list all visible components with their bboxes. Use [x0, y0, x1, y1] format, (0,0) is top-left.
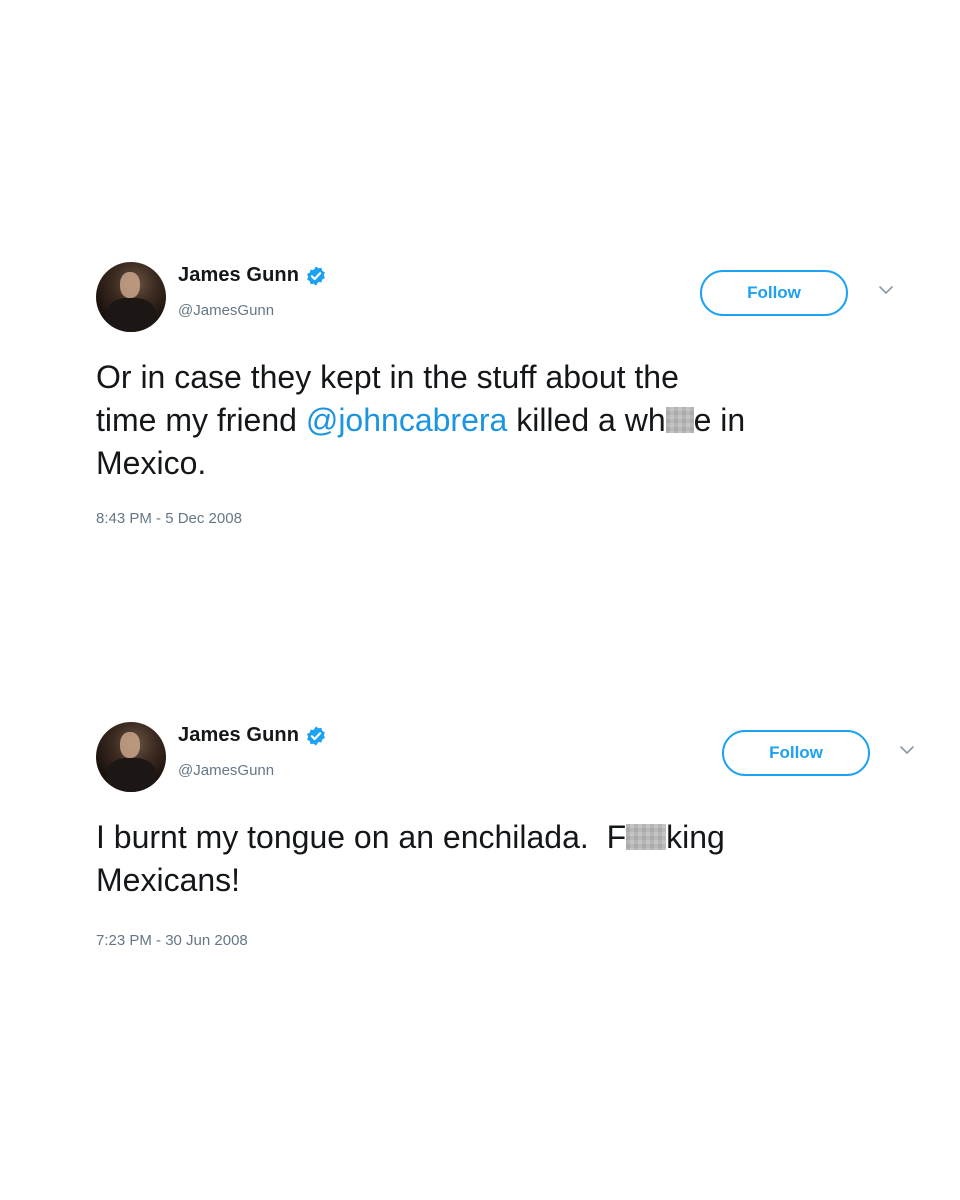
avatar[interactable]	[96, 262, 166, 332]
chevron-down-icon[interactable]	[878, 284, 894, 296]
tweet-text-line: Mexico.	[96, 445, 207, 481]
author-name-row: James Gunn	[178, 264, 327, 287]
avatar-body-shape	[106, 758, 156, 792]
follow-button[interactable]: Follow	[700, 270, 848, 316]
tweet-timestamp[interactable]: 7:23 PM - 30 Jun 2008	[96, 932, 248, 949]
censor-block	[626, 824, 667, 850]
tweet-text: Or in case they kept in the stuff about …	[96, 356, 916, 485]
tweet-text-segment: king	[666, 819, 725, 855]
tweet-text-segment: killed a wh	[507, 402, 666, 438]
tweet-text-line: Mexicans!	[96, 862, 241, 898]
mention-link[interactable]: @johncabrera	[306, 402, 507, 438]
author-handle[interactable]: @JamesGunn	[178, 302, 274, 319]
tweet-text-line: Or in case they kept in the stuff about …	[96, 359, 679, 395]
author-name-row: James Gunn	[178, 724, 327, 747]
tweet-text-segment: I burnt my tongue on an enchilada. F	[96, 819, 627, 855]
tweet-text-segment: e in	[693, 402, 746, 438]
author-name[interactable]: James Gunn	[178, 264, 299, 287]
follow-button[interactable]: Follow	[722, 730, 870, 776]
author-name[interactable]: James Gunn	[178, 724, 299, 747]
author-handle[interactable]: @JamesGunn	[178, 762, 274, 779]
censor-block	[665, 407, 694, 433]
avatar[interactable]	[96, 722, 166, 792]
avatar-face-shape	[120, 732, 140, 758]
tweet-text-segment: time my friend	[96, 402, 306, 438]
avatar-face-shape	[120, 272, 140, 298]
avatar-body-shape	[106, 298, 156, 332]
verified-badge-icon	[307, 265, 325, 286]
chevron-down-icon[interactable]	[899, 744, 915, 756]
tweet-text: I burnt my tongue on an enchilada. F king…	[96, 816, 916, 902]
tweet-timestamp[interactable]: 8:43 PM - 5 Dec 2008	[96, 510, 242, 527]
verified-badge-icon	[307, 725, 325, 746]
